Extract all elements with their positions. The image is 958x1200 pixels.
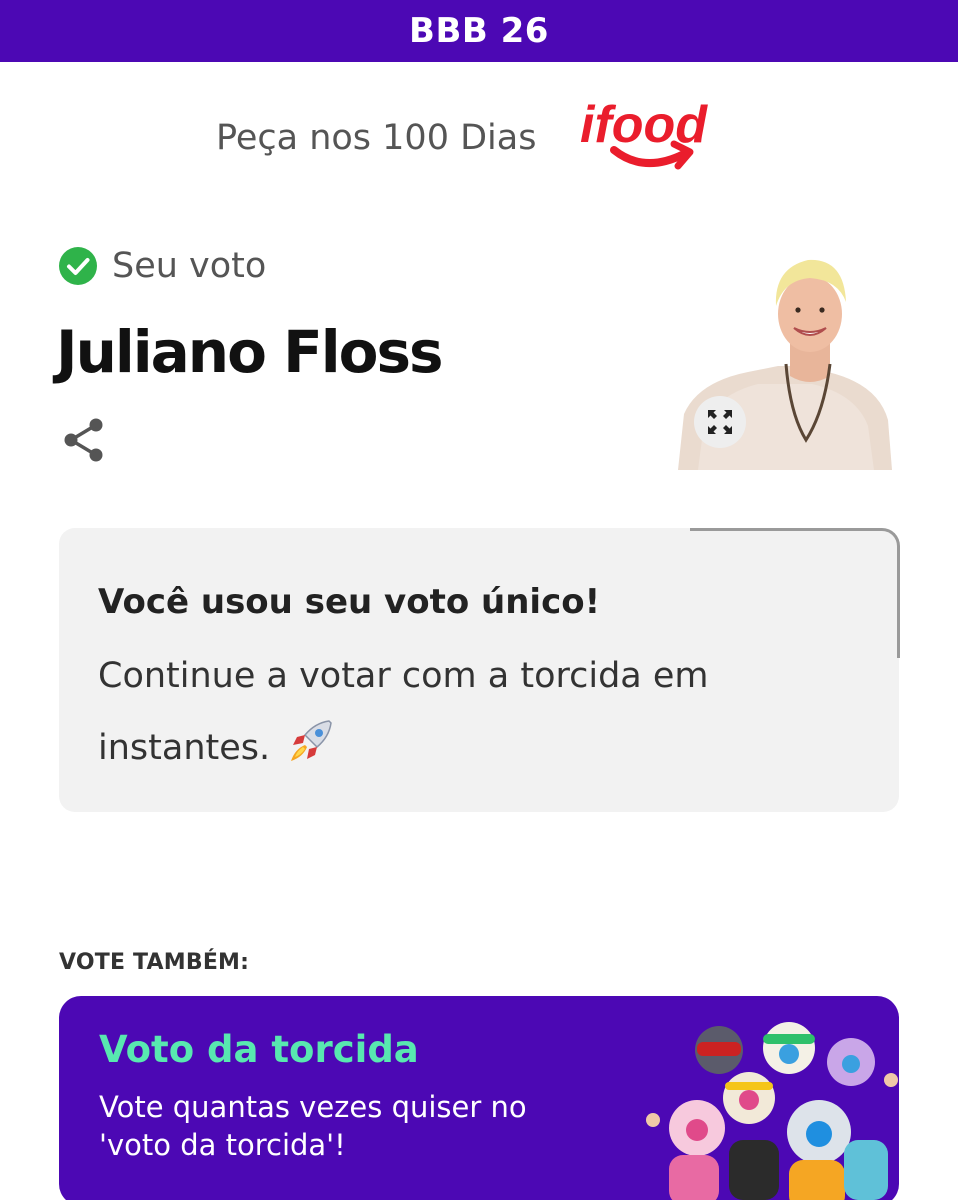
ifood-logo: ifood xyxy=(580,96,708,170)
notice-body: Continue a votar com a torcida em instan… xyxy=(98,640,818,784)
voto-torcida-card[interactable]: Voto da torcida Vote quantas vezes quise… xyxy=(59,996,899,1200)
vote-also-label: VOTE TAMBÉM: xyxy=(59,950,250,975)
voto-torcida-title: Voto da torcida xyxy=(99,1028,419,1071)
card-corner-accent xyxy=(690,528,900,658)
app-title: BBB 26 xyxy=(409,11,549,51)
rocket-icon xyxy=(291,720,333,761)
voto-torcida-description: Vote quantas vezes quiser no 'voto da to… xyxy=(99,1090,527,1162)
bbb-mascots-illustration xyxy=(646,1022,898,1200)
ifood-logo-text: ifood xyxy=(580,96,708,154)
sponsor-text: Peça nos 100 Dias xyxy=(216,118,537,158)
check-circle-icon xyxy=(59,247,97,285)
notice-body-text: Continue a votar com a torcida em instan… xyxy=(98,656,709,768)
top-bar: BBB 26 xyxy=(0,0,958,62)
sponsor-banner[interactable]: Peça nos 100 Dias ifood xyxy=(216,92,756,184)
expand-icon xyxy=(708,410,732,434)
expand-photo-button[interactable] xyxy=(694,396,746,448)
vote-status-label: Seu voto xyxy=(112,246,267,286)
vote-status: Seu voto xyxy=(58,246,266,286)
candidate-name: Juliano Floss xyxy=(56,318,443,386)
notice-title: Você usou seu voto único! xyxy=(98,582,601,622)
share-icon[interactable] xyxy=(62,416,106,464)
